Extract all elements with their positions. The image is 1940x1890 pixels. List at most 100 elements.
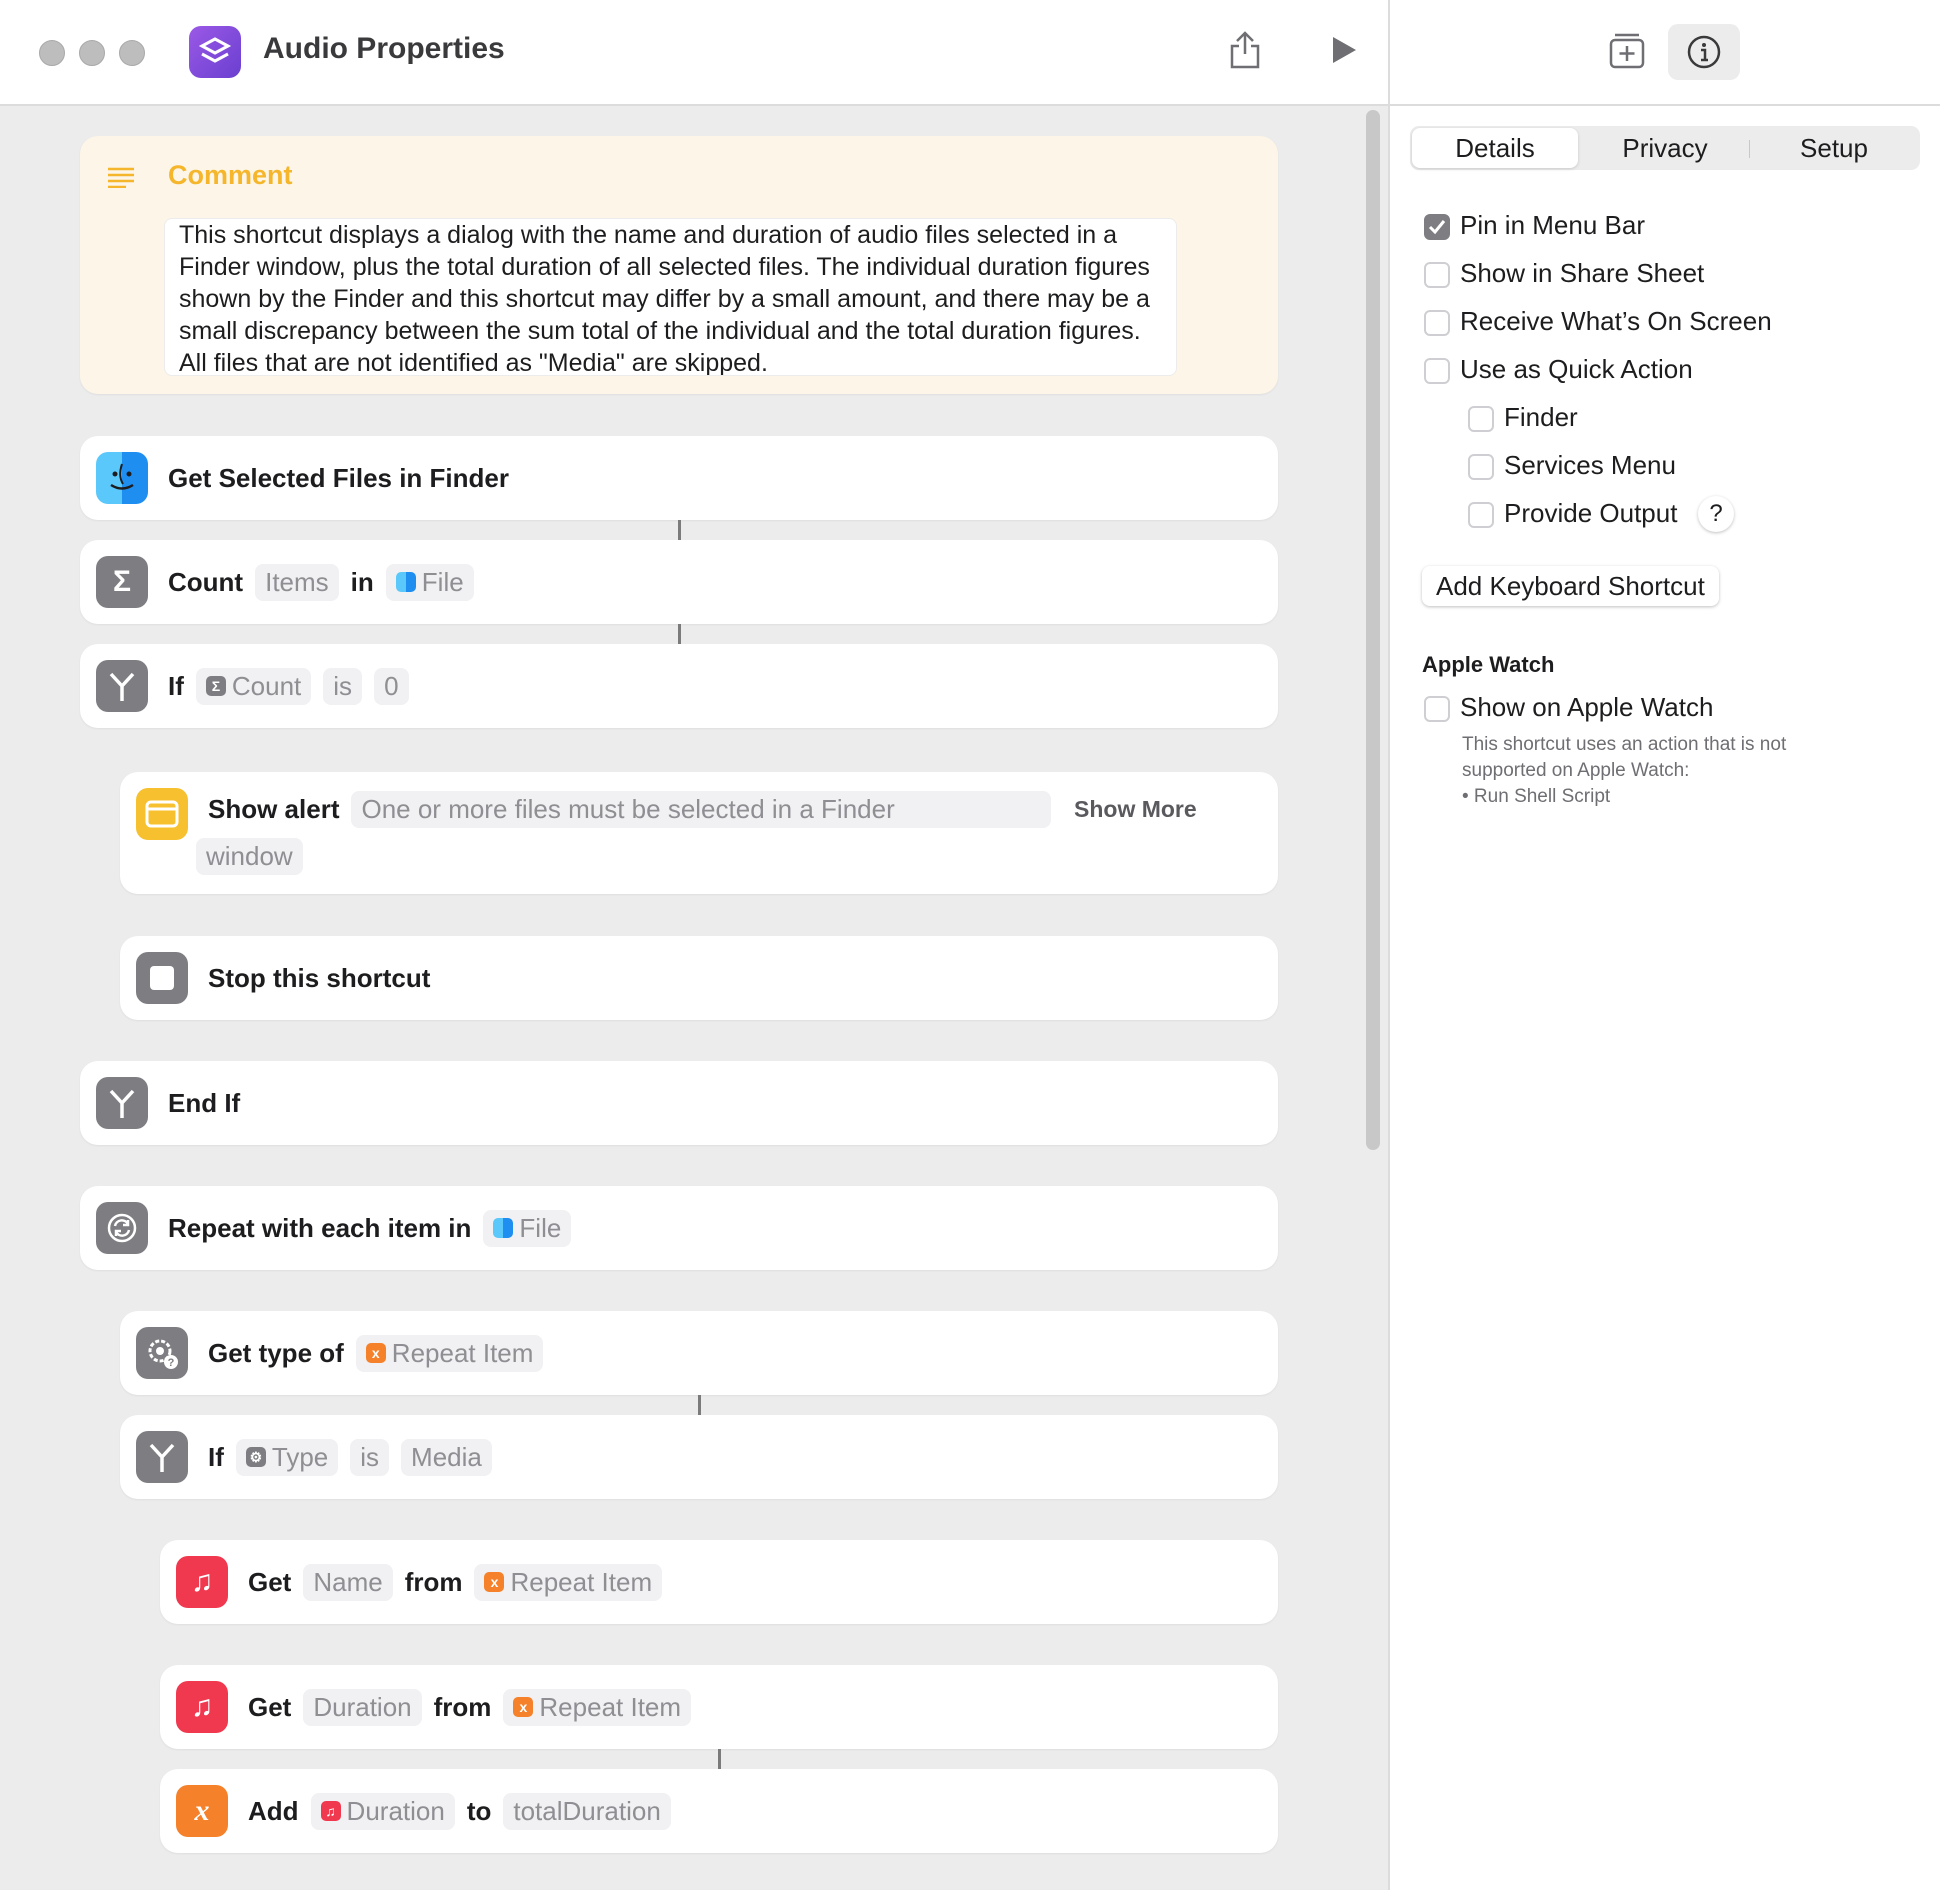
repeat-item-label: Repeat Item [391,1337,534,1368]
info-button[interactable] [1668,24,1740,80]
info-icon [1687,35,1721,69]
repeat-keyword: Repeat with each item in [168,1212,472,1243]
apple-watch-note-line: This shortcut uses an action that is not [1462,734,1787,755]
action-connector [718,1749,721,1769]
variable-icon: x [484,1572,505,1592]
target-variable-token[interactable]: totalDuration [503,1792,671,1830]
condition-operator-token[interactable]: is [323,667,363,705]
show-alert-keyword: Show alert [208,793,340,824]
condition-value-token[interactable]: Media [401,1438,492,1476]
apple-watch-label: Show on Apple Watch [1460,692,1714,722]
finder-checkbox[interactable] [1468,406,1494,432]
apple-watch-note-line: • Run Shell Script [1462,786,1611,807]
finder-label: Finder [1504,402,1578,432]
share-sheet-checkbox[interactable] [1424,262,1450,288]
repeat-item-token[interactable]: x Repeat Item [474,1563,663,1601]
finder-icon [96,452,148,504]
play-icon[interactable] [1330,35,1358,70]
pin-menu-bar-label: Pin in Menu Bar [1460,210,1645,240]
alert-message-token[interactable]: One or more files must be selected in a … [351,790,1052,828]
add-to-library-icon[interactable] [1608,30,1646,75]
quick-action-label: Use as Quick Action [1460,354,1693,384]
sidebar-toolbar [1390,0,1940,106]
count-keyword: Count [168,566,244,597]
action-label: End If [168,1087,241,1118]
shortcuts-icon [189,26,241,78]
type-variable-label: Type [271,1441,329,1472]
apple-watch-checkbox[interactable] [1424,696,1450,722]
file-variable-label: File [421,566,464,597]
action-end-if[interactable]: End If [80,1061,1278,1145]
share-sheet-label: Show in Share Sheet [1460,258,1705,288]
stop-icon [136,952,188,1004]
action-get-type[interactable]: ? Get type of x Repeat Item [120,1311,1278,1395]
condition-value-token[interactable]: 0 [374,667,409,705]
provide-output-checkbox[interactable] [1468,502,1494,528]
gear-question-icon: ? [136,1327,188,1379]
action-show-alert[interactable]: Show alert One or more files must be sel… [120,772,1278,894]
finder-icon [493,1218,514,1238]
action-count[interactable]: Σ Count Items in File [80,540,1278,624]
tab-setup[interactable]: Setup [1750,128,1918,168]
finder-icon [395,572,416,592]
get-keyword: Get [248,1566,292,1597]
file-variable-token[interactable]: File [385,563,474,601]
quick-action-checkbox[interactable] [1424,358,1450,384]
get-keyword: Get [248,1691,292,1722]
count-items-token[interactable]: Items [255,563,339,601]
tab-privacy[interactable]: Privacy [1580,128,1750,168]
add-keyboard-shortcut-button[interactable]: Add Keyboard Shortcut [1422,566,1719,606]
to-keyword: to [466,1795,492,1826]
show-more-button[interactable]: Show More [1074,796,1197,823]
editor-scrollbar[interactable] [1366,110,1380,1150]
action-connector [698,1395,701,1415]
property-token[interactable]: Duration [303,1688,422,1726]
action-stop-shortcut[interactable]: Stop this shortcut [120,936,1278,1020]
sigma-icon: Σ [96,556,148,608]
whats-on-screen-checkbox[interactable] [1424,310,1450,336]
add-keyword: Add [248,1795,299,1826]
action-get-name[interactable]: ♫ Get Name from x Repeat Item [160,1540,1278,1624]
services-menu-label: Services Menu [1504,450,1676,480]
comment-text-field[interactable]: This shortcut displays a dialog with the… [164,218,1177,376]
title-bar: Audio Properties [0,0,1388,106]
checkmark-icon [1428,220,1446,235]
count-variable-token[interactable]: Σ Count [195,667,312,705]
duration-variable-label: Duration [346,1795,445,1826]
action-get-duration[interactable]: ♫ Get Duration from x Repeat Item [160,1665,1278,1749]
action-add-to-variable[interactable]: x Add ♫ Duration to totalDuration [160,1769,1278,1853]
action-connector [678,624,681,644]
tab-details[interactable]: Details [1412,128,1578,168]
count-in-keyword: in [350,566,374,597]
action-if-type[interactable]: If ⚙ Type is Media [120,1415,1278,1499]
action-repeat[interactable]: Repeat with each item in File [80,1186,1278,1270]
alert-message-token-continued[interactable]: window [196,837,303,875]
if-keyword: If [168,670,184,701]
count-variable-label: Count [231,670,302,701]
minimize-window-button[interactable] [79,40,105,66]
apple-watch-note-line: supported on Apple Watch: [1462,760,1690,781]
condition-operator-token[interactable]: is [350,1438,390,1476]
close-window-button[interactable] [39,40,65,66]
apple-watch-note: This shortcut uses an action that is not… [1462,732,1786,810]
repeat-item-label: Repeat Item [539,1691,682,1722]
zoom-window-button[interactable] [119,40,145,66]
repeat-item-token[interactable]: x Repeat Item [355,1334,544,1372]
share-icon[interactable] [1228,30,1262,75]
comment-card[interactable]: Comment This shortcut displays a dialog … [80,136,1278,394]
from-keyword: from [433,1691,492,1722]
svg-text:?: ? [168,1357,175,1369]
help-button[interactable]: ? [1698,496,1734,532]
action-if-count[interactable]: If Σ Count is 0 [80,644,1278,728]
action-label: Stop this shortcut [208,962,431,993]
services-menu-checkbox[interactable] [1468,454,1494,480]
repeat-item-token[interactable]: x Repeat Item [503,1688,692,1726]
music-note-icon: ♫ [320,1801,341,1821]
file-variable-token[interactable]: File [483,1209,572,1247]
file-variable-label: File [519,1212,562,1243]
property-token[interactable]: Name [303,1563,393,1601]
duration-variable-token[interactable]: ♫ Duration [310,1792,455,1830]
action-get-selected-files[interactable]: Get Selected Files in Finder [80,436,1278,520]
type-variable-token[interactable]: ⚙ Type [235,1438,339,1476]
pin-menu-bar-checkbox[interactable] [1424,214,1450,240]
